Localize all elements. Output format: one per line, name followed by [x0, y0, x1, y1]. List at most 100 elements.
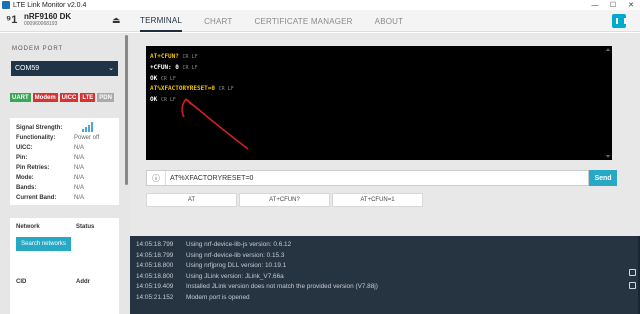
search-networks-button[interactable]: Search networks	[16, 237, 71, 251]
command-bar: ⓘ	[146, 170, 589, 186]
tab-certificate-manager[interactable]: CERTIFICATE MANAGER	[254, 10, 352, 32]
device-icon: ⁹1	[6, 14, 18, 26]
app-icon	[2, 1, 10, 9]
info-icon[interactable]: ⓘ	[147, 173, 165, 184]
close-button[interactable]: ✕	[622, 0, 640, 10]
top-nav: ⁹1 nRF9160 DK 000960068193 ⏏ TERMINAL CH…	[0, 10, 640, 32]
eject-icon[interactable]: ⏏	[112, 15, 121, 26]
modem-port-select[interactable]: COM59 ⌄	[11, 61, 118, 76]
terminal-line: AT%XFACTORYRESET=0 CR LF	[150, 84, 608, 95]
terminal-line: OK CR LF	[150, 74, 608, 85]
status-value: N/A	[74, 155, 85, 161]
device-name: nRF9160 DK	[24, 12, 72, 21]
signal-strength-icon	[82, 122, 93, 132]
tab-terminal[interactable]: TERMINAL	[140, 10, 183, 32]
crlf-marker: CR LF	[182, 54, 198, 60]
terminal-line: +CFUN: 0 CR LF	[150, 63, 608, 74]
log-message: Using nrf-device-lib-js version: 0.6.12	[186, 241, 292, 248]
shortcut-at-cfun-query[interactable]: AT+CFUN?	[239, 193, 330, 207]
log-timestamp: 14:05:19.409	[136, 283, 174, 291]
sidebar: MODEM PORT COM59 ⌄ UART Modem UICC LTE P…	[0, 33, 130, 314]
terminal-line-text: OK	[150, 74, 158, 82]
sidebar-scrollbar[interactable]	[125, 35, 128, 185]
port-value: COM59	[15, 65, 40, 72]
terminal-scrollbar[interactable]	[606, 48, 610, 158]
crlf-marker: CR LF	[182, 64, 198, 71]
log-message: Using nrf-device-lib version: 0.15.3	[186, 251, 285, 259]
badge-modem: Modem	[32, 93, 58, 102]
log-timestamp: 14:05:18.800	[136, 272, 174, 280]
badge-uicc: UICC	[59, 93, 79, 102]
badge-pdn: PDN	[97, 93, 114, 102]
device-serial: 000960068193	[24, 21, 58, 27]
status-column-header: Status	[76, 224, 95, 230]
status-key: Mode:	[16, 175, 34, 181]
terminal-line-text: AT%XFACTORYRESET=0	[150, 85, 216, 93]
status-row: Pin Retries: N/A	[10, 163, 119, 173]
status-key: Pin:	[16, 155, 28, 161]
crlf-marker: CR LF	[218, 86, 234, 93]
log-timestamp: 14:05:21.152	[136, 293, 174, 301]
modem-status-panel: Signal Strength: Functionality: Power off…	[10, 118, 119, 205]
command-shortcuts: AT AT+CFUN? AT+CFUN=1	[146, 193, 423, 207]
tab-chart[interactable]: CHART	[204, 10, 232, 32]
badge-lte: LTE	[80, 93, 96, 102]
status-value: N/A	[74, 165, 85, 171]
nordic-logo-icon	[612, 14, 626, 28]
crlf-marker: CR LF	[160, 97, 176, 104]
addr-column-header: Addr	[76, 279, 90, 285]
log-entry: 14:05:18.799 Using nrf-device-lib version…	[136, 251, 634, 262]
log-entry: 14:05:18.800 Using nrfjprog DLL version: …	[136, 261, 634, 272]
cid-column-header: CID	[16, 279, 27, 285]
log-timestamp: 14:05:18.800	[136, 262, 174, 270]
status-key: Pin Retries:	[16, 165, 50, 171]
terminal-line-text: OK	[150, 96, 158, 104]
status-value: N/A	[74, 185, 85, 191]
log-timestamp: 14:05:18.799	[136, 251, 174, 259]
terminal-line-text: +CFUN: 0	[150, 63, 179, 71]
status-row: Functionality: Power off	[10, 133, 119, 143]
log-message: Using nrfjprog DLL version: 10.19.1	[186, 262, 287, 270]
status-badges: UART Modem UICC LTE PDN	[10, 93, 114, 102]
status-key: Signal Strength:	[16, 125, 63, 131]
chevron-down-icon: ⌄	[108, 65, 114, 72]
modem-port-label: MODEM PORT	[12, 46, 64, 52]
status-value: N/A	[74, 145, 85, 151]
clear-log-icon[interactable]	[628, 282, 636, 289]
log-entry: 14:05:18.799 Using nrf-device-lib-js vers…	[136, 240, 634, 251]
terminal-line: AT+CFUN? CR LF	[150, 52, 608, 63]
log-message: Modem port is opened	[186, 293, 250, 301]
status-row: Bands: N/A	[10, 183, 119, 193]
status-row: Signal Strength:	[10, 123, 119, 133]
maximize-button[interactable]: ☐	[604, 0, 622, 10]
log-message: Installed JLink version does not match t…	[186, 283, 378, 291]
status-row: Pin: N/A	[10, 153, 119, 163]
window-titlebar: LTE Link Monitor v2.0.4 — ☐ ✕	[0, 0, 640, 10]
tab-about[interactable]: ABOUT	[375, 10, 404, 32]
log-entry: 14:05:18.800 Using JLink version: JLink_V…	[136, 272, 634, 283]
command-input[interactable]	[165, 171, 588, 185]
shortcut-at-cfun-1[interactable]: AT+CFUN=1	[332, 193, 423, 207]
status-row: Mode: N/A	[10, 173, 119, 183]
main-tabs: TERMINAL CHART CERTIFICATE MANAGER ABOUT	[140, 10, 425, 32]
pdn-table-header: CID Addr	[10, 273, 119, 285]
shortcut-at[interactable]: AT	[146, 193, 237, 207]
log-entry: 14:05:19.409 Installed JLink version does…	[136, 282, 634, 293]
status-value: N/A	[74, 175, 85, 181]
pdn-panel: CID Addr	[10, 273, 119, 314]
status-key: Bands:	[16, 185, 37, 191]
status-key: UICC:	[16, 145, 33, 151]
status-value: N/A	[74, 195, 85, 201]
terminal-line-text: AT+CFUN?	[150, 53, 179, 60]
copy-log-icon[interactable]	[628, 269, 636, 276]
crlf-marker: CR LF	[160, 75, 176, 82]
device-selector[interactable]: ⁹1 nRF9160 DK 000960068193	[6, 12, 71, 28]
status-key: Functionality:	[16, 135, 56, 141]
status-value: Power off	[74, 135, 100, 141]
status-row: UICC: N/A	[10, 143, 119, 153]
log-panel: 14:05:18.799 Using nrf-device-lib-js vers…	[130, 236, 640, 314]
send-button[interactable]: Send	[589, 170, 617, 186]
minimize-button[interactable]: —	[586, 0, 604, 10]
network-column-header: Network	[16, 224, 40, 230]
window-controls: — ☐ ✕	[586, 0, 640, 10]
